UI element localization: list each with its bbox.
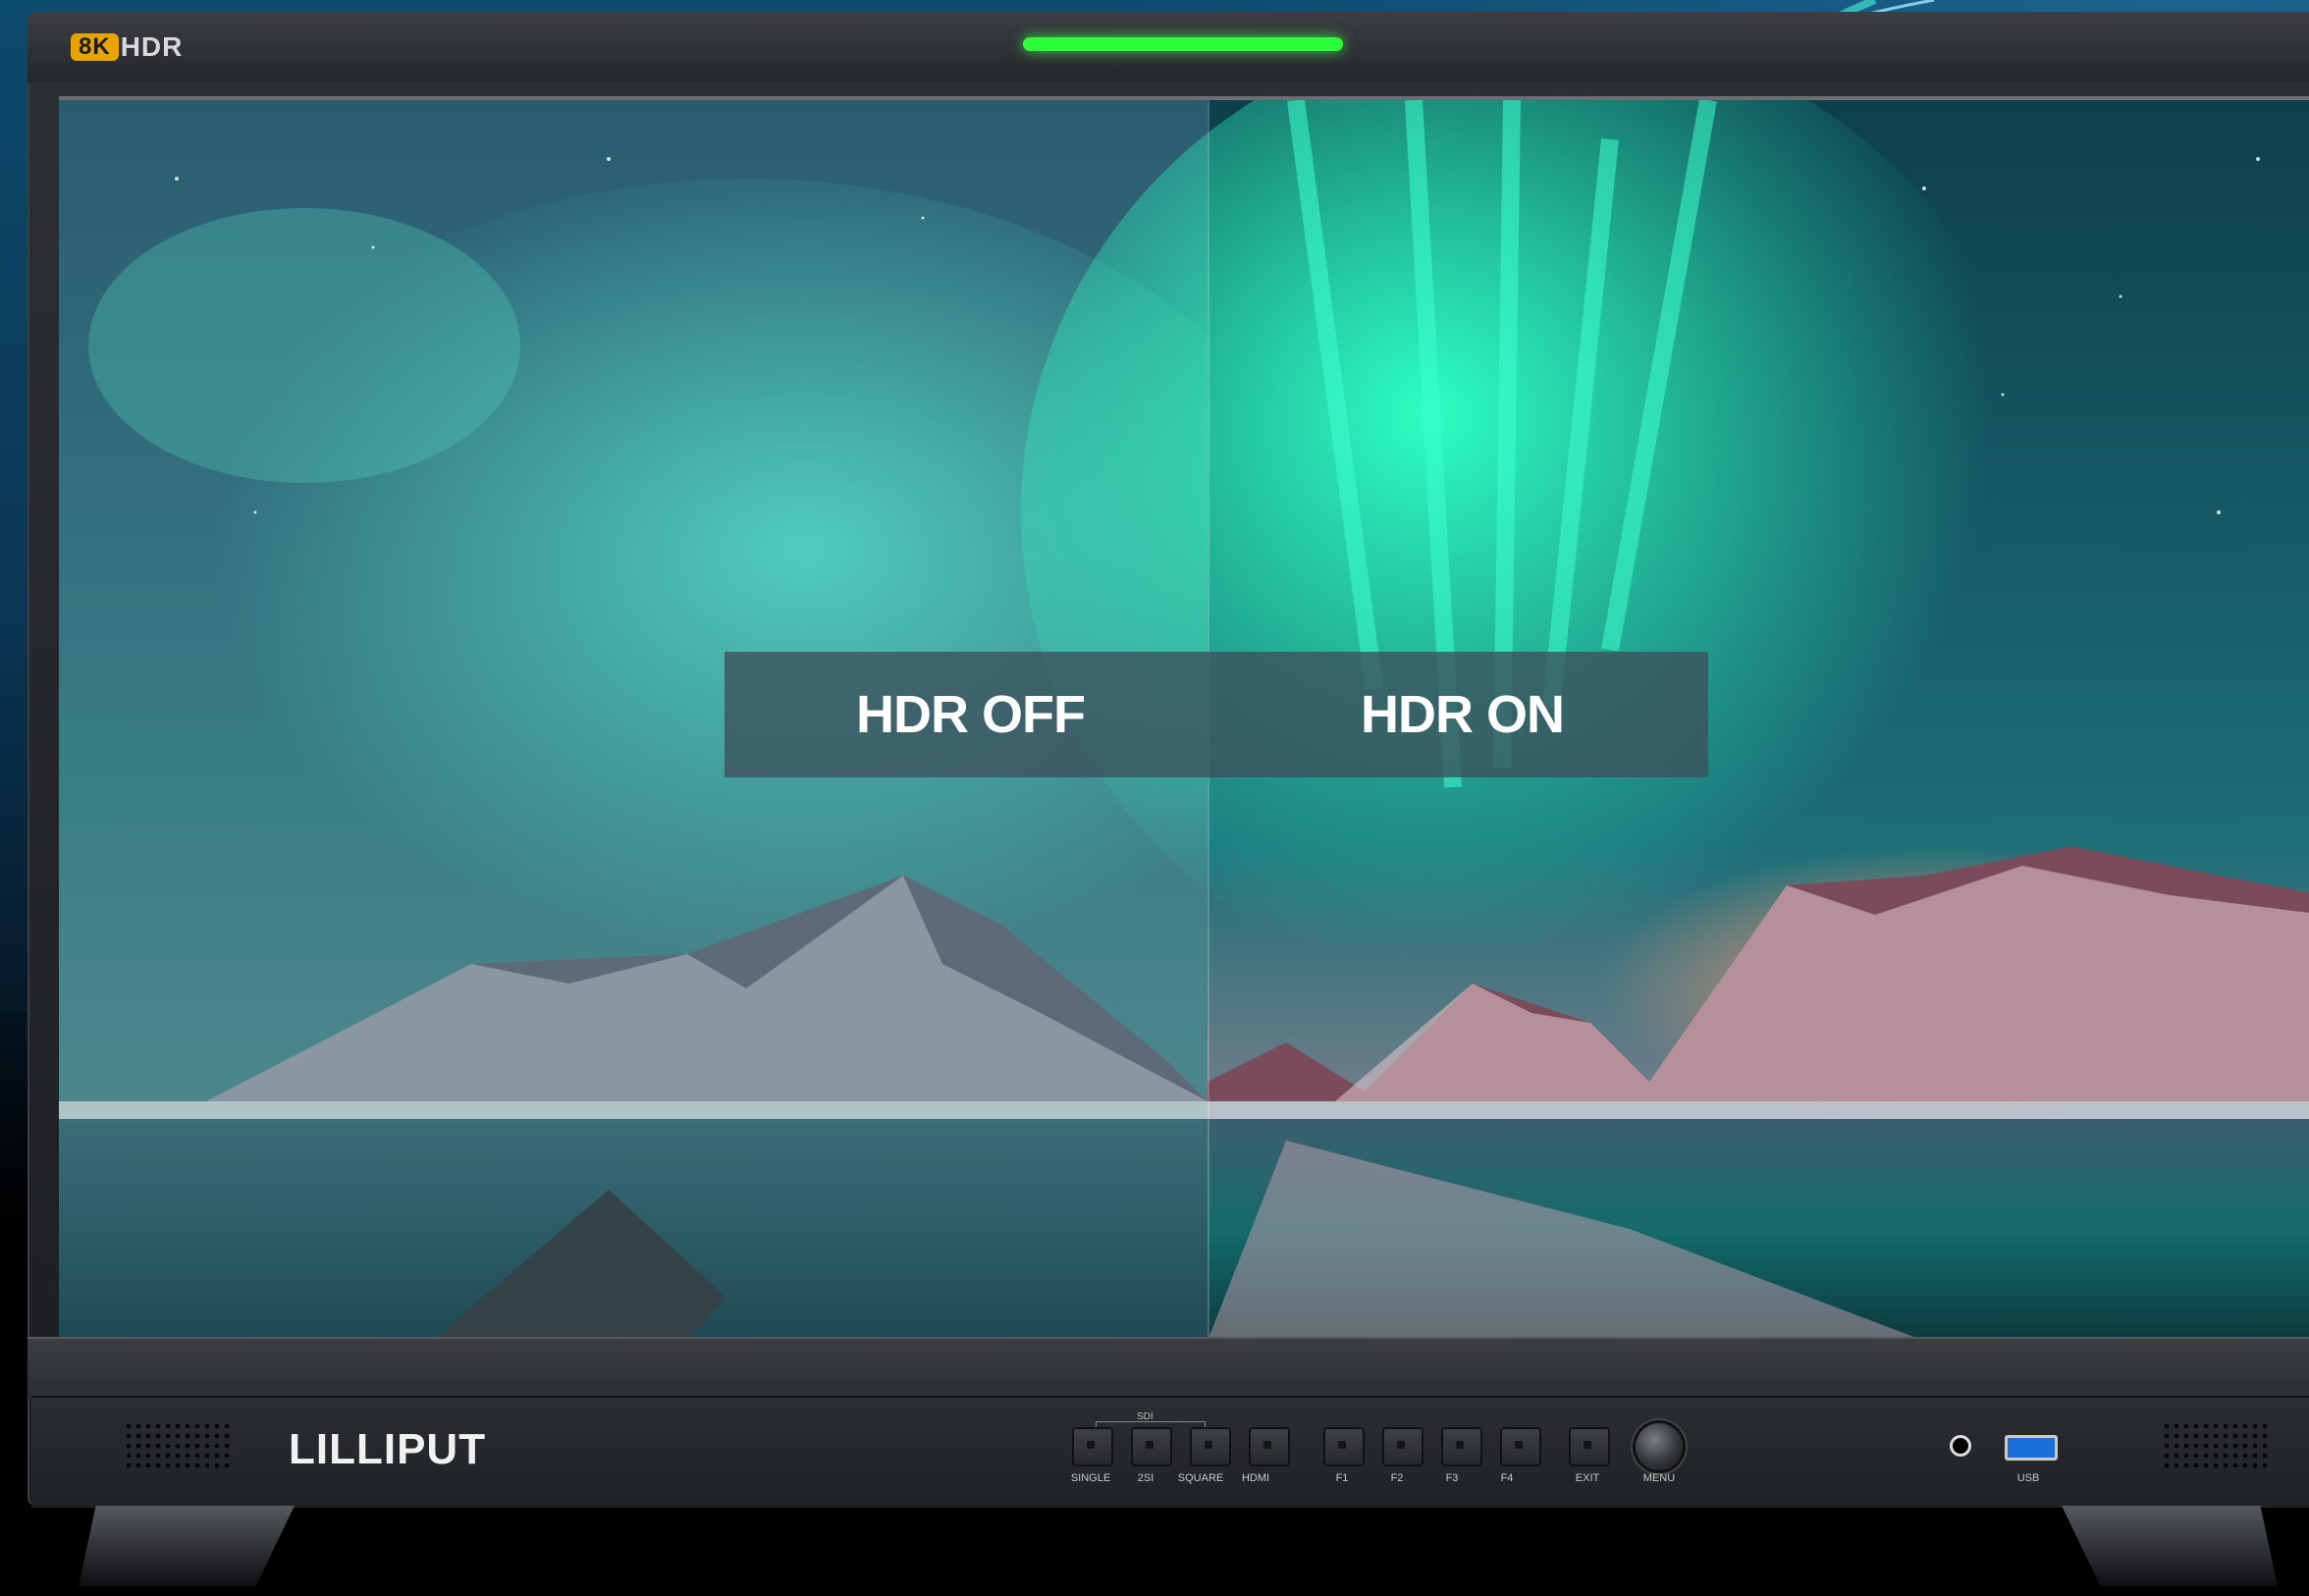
control-panel: LILLIPUT SDI SINGLE 2SI SQUARE HDMI F1 F… — [31, 1396, 2309, 1508]
f4-button-label: F4 — [1500, 1472, 1514, 1484]
tally-light — [1023, 37, 1343, 51]
f4-button[interactable] — [1500, 1427, 1541, 1466]
badge-hdr: HDR — [120, 31, 184, 62]
square-button[interactable] — [1190, 1427, 1231, 1466]
top-bezel: 8K HDR — [27, 12, 2309, 82]
input-button-group — [1072, 1427, 1290, 1466]
single-button[interactable] — [1072, 1427, 1113, 1466]
exit-button-group — [1569, 1427, 1610, 1466]
menu-knob-label: MENU — [1642, 1472, 1676, 1484]
2si-button[interactable] — [1131, 1427, 1172, 1466]
f1-button[interactable] — [1323, 1427, 1365, 1466]
headphone-jack-icon — [1950, 1435, 1971, 1457]
speaker-grille-right — [2162, 1421, 2270, 1472]
brand-logo: LILLIPUT — [289, 1425, 487, 1473]
8k-hdr-badge: 8K HDR — [71, 33, 183, 61]
f2-button[interactable] — [1382, 1427, 1423, 1466]
usb-label: USB — [2016, 1472, 2040, 1484]
monitor: 8K HDR HDR OFF HDR ON LILLIPUT SDI SINGL… — [27, 12, 2309, 1508]
speaker-grille-left — [124, 1421, 232, 1472]
hdr-on-label: HDR ON — [1361, 685, 1565, 744]
sdi-group-label: SDI — [1137, 1411, 1154, 1422]
function-button-group — [1323, 1427, 1541, 1466]
screen-display: HDR OFF HDR ON — [59, 96, 2309, 1341]
hdmi-button-label: HDMI — [1241, 1472, 1270, 1484]
badge-8k: 8K — [71, 33, 119, 61]
hdmi-button[interactable] — [1249, 1427, 1290, 1466]
menu-knob[interactable] — [1636, 1423, 1683, 1470]
usb-port-icon — [2005, 1435, 2058, 1461]
exit-button[interactable] — [1569, 1427, 1610, 1466]
exit-button-label: EXIT — [1575, 1472, 1600, 1484]
bottom-bezel — [27, 1337, 2309, 1398]
f3-button[interactable] — [1441, 1427, 1482, 1466]
hdr-comparison-label: HDR OFF HDR ON — [725, 652, 1708, 777]
hdr-off-label: HDR OFF — [856, 685, 1086, 744]
